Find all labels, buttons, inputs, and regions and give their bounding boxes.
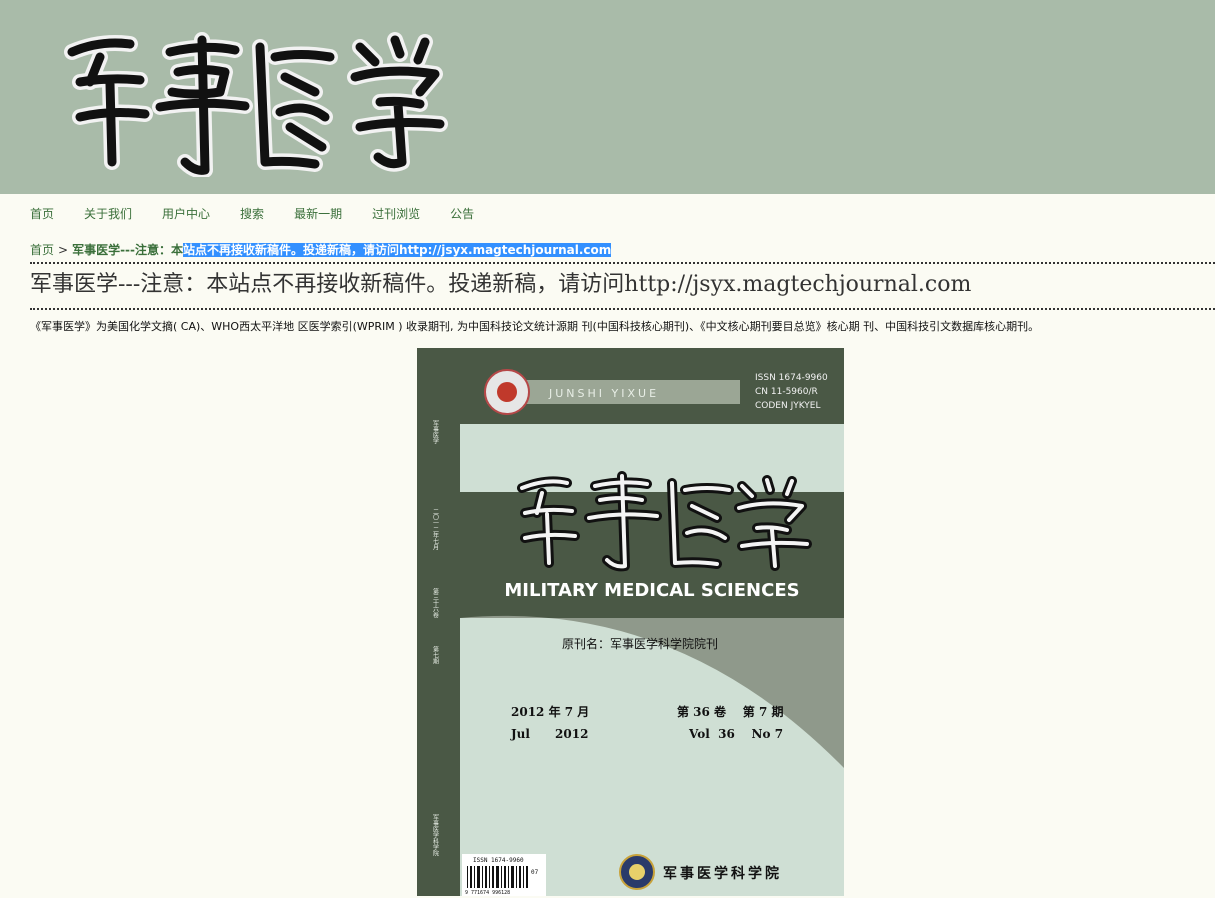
journal-description: 《军事医学》为美国化学文摘( CA)、WHO西太平洋地 区医学索引(WPRIM … <box>30 320 1040 333</box>
nav-latest-issue[interactable]: 最新一期 <box>294 204 342 224</box>
journal-cover-image[interactable]: JUNSHI YIXUE ISSN 1674-9960 CN 11-5960/R… <box>417 348 844 896</box>
spine-publisher: 军事医学科学院 <box>432 814 439 857</box>
cover-title-en: MILITARY MEDICAL SCIENCES <box>504 580 799 601</box>
breadcrumb-current-prefix: 军事医学---注意：本 <box>72 243 184 257</box>
divider-top <box>30 262 1215 264</box>
nav-home[interactable]: 首页 <box>30 204 54 224</box>
academy-emblem-center-icon <box>629 864 645 880</box>
spine-volume: 第三十六卷 <box>432 587 439 618</box>
site-logo[interactable] <box>60 22 460 177</box>
spine-title: 军事医学 <box>432 420 439 444</box>
breadcrumb-current: 军事医学---注意：本站点不再接收新稿件。投递新稿，请访问http://jsyx… <box>72 243 612 257</box>
cover-date-en: Jul 2012 <box>510 727 588 741</box>
nav-about[interactable]: 关于我们 <box>84 204 132 224</box>
breadcrumb-separator: > <box>58 243 69 257</box>
cover-volume-cn: 第 36 卷 第 7 期 <box>677 704 783 719</box>
page-title: 军事医学---注意：本站点不再接收新稿件。投递新稿，请访问http://jsyx… <box>30 272 972 297</box>
nav-user-center[interactable]: 用户中心 <box>162 204 210 224</box>
divider-bottom <box>30 308 1215 310</box>
cover-original-name: 原刊名：军事医学科学院院刊 <box>562 636 718 651</box>
breadcrumb: 首页 > 军事医学---注意：本站点不再接收新稿件。投递新稿，请访问http://j… <box>30 241 612 258</box>
spine-number: 第七期 <box>432 645 439 665</box>
cover-cn: CN 11-5960/R <box>755 387 818 397</box>
cover-pinyin: JUNSHI YIXUE <box>548 387 659 400</box>
emblem-center-icon <box>497 382 517 402</box>
cover-issn: ISSN 1674-9960 <box>755 373 828 383</box>
spine-date: 二〇一二年七月 <box>432 508 439 551</box>
nav-search[interactable]: 搜索 <box>240 204 264 224</box>
cover-spine <box>417 424 460 896</box>
barcode-suffix: 07 <box>531 869 539 876</box>
cover-top-right <box>740 348 844 424</box>
cover-coden: CODEN JYKYEL <box>755 401 821 411</box>
barcode-issn: ISSN 1674-9960 <box>473 857 524 864</box>
cover-date-cn: 2012 年 7 月 <box>511 704 589 719</box>
nav-archive[interactable]: 过刊浏览 <box>372 204 420 224</box>
breadcrumb-selected-text: 站点不再接收新稿件。投递新稿，请访问http://jsyx.magtechjou… <box>183 243 612 257</box>
cover-volume-en: Vol 36 No 7 <box>688 727 783 741</box>
main-nav: 首页 关于我们 用户中心 搜索 最新一期 过刊浏览 公告 <box>30 204 504 224</box>
barcode-number: 9 771674 996128 <box>465 890 510 896</box>
site-banner <box>0 0 1215 194</box>
cover-publisher: 军事医学科学院 <box>663 865 782 882</box>
breadcrumb-home[interactable]: 首页 <box>30 243 54 257</box>
nav-announcements[interactable]: 公告 <box>450 204 474 224</box>
